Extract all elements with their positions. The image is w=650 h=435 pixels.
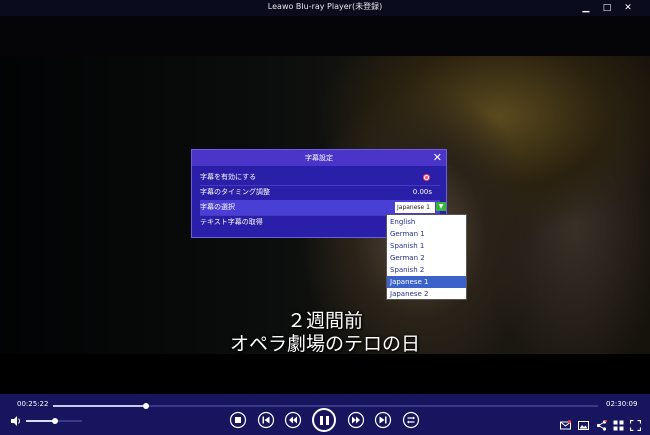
subtitle-option[interactable]: Japanese 2	[387, 288, 466, 300]
subtitle-line-2: オペラ劇場のテロの日	[229, 333, 420, 354]
chevron-down-icon[interactable]: ▼	[436, 202, 446, 211]
subtitle-timing-row[interactable]: 字幕のタイミング調整 0.00s	[200, 185, 440, 201]
volume-icon[interactable]	[10, 415, 22, 427]
subtitle-option[interactable]: German 2	[387, 252, 466, 264]
close-icon[interactable]: ✕	[433, 151, 442, 164]
title-bar: Leawo Blu-ray Player(未登録) ▁ □ ✕	[0, 0, 650, 16]
fullscreen-icon[interactable]	[629, 416, 642, 432]
volume-handle[interactable]	[52, 418, 59, 424]
share-icon[interactable]	[596, 416, 608, 431]
subtitle-option[interactable]: Spanish 1	[387, 240, 466, 252]
playlist-button[interactable]	[402, 411, 420, 429]
enable-subtitle-label: 字幕を有効にする	[200, 173, 257, 181]
window-title: Leawo Blu-ray Player(未登録)	[267, 2, 383, 11]
enable-subtitle-row[interactable]: 字幕を有効にする	[200, 170, 440, 186]
letterbox-bottom	[0, 354, 650, 394]
mail-icon[interactable]	[560, 416, 571, 430]
subtitle-timing-label: 字幕のタイミング調整	[200, 188, 270, 196]
screenshot-icon[interactable]	[578, 416, 589, 430]
subtitle-timing-value[interactable]: 0.00s	[413, 185, 432, 200]
subtitle-option[interactable]: Japanese 1	[387, 276, 466, 288]
subtitle-select-label: 字幕の選択	[200, 203, 235, 211]
dialog-title: 字幕設定	[305, 154, 333, 162]
dialog-header: 字幕設定 ✕	[192, 150, 446, 166]
letterbox-top	[0, 16, 650, 56]
seek-bar[interactable]	[53, 403, 598, 409]
maximize-icon[interactable]: □	[600, 1, 614, 15]
subtitle-dropdown-list: English German 1 Spanish 1 German 2 Spanish …	[386, 214, 467, 300]
previous-chapter-button[interactable]	[257, 411, 275, 429]
pause-icon	[326, 416, 329, 425]
subtitle-option[interactable]: English	[387, 216, 466, 228]
seek-progress	[53, 405, 146, 407]
fast-forward-button[interactable]	[347, 411, 365, 429]
minimize-icon[interactable]: ▁	[579, 1, 593, 15]
enable-subtitle-toggle[interactable]	[423, 174, 430, 181]
close-icon[interactable]: ✕	[621, 1, 635, 15]
toggle-on-icon	[425, 176, 428, 179]
subtitle-option[interactable]: German 1	[387, 228, 466, 240]
volume-slider[interactable]	[26, 418, 82, 424]
fetch-text-subtitle-label: テキスト字幕の取得	[200, 218, 263, 226]
elapsed-time: 00:25:22	[17, 400, 49, 408]
subtitle-option[interactable]: Spanish 2	[387, 264, 466, 276]
control-bar: 00:25:22 02:30:09	[0, 394, 650, 435]
pause-icon	[320, 416, 323, 425]
pause-button[interactable]	[312, 408, 336, 432]
rewind-button[interactable]	[284, 411, 302, 429]
subtitle-select-box[interactable]: Japanese 1	[395, 202, 435, 213]
seek-handle[interactable]	[142, 403, 149, 409]
settings-icon[interactable]	[613, 416, 624, 431]
stop-button[interactable]	[229, 411, 247, 429]
next-chapter-button[interactable]	[374, 411, 392, 429]
total-time: 02:30:09	[606, 400, 638, 408]
volume-level	[26, 420, 56, 422]
